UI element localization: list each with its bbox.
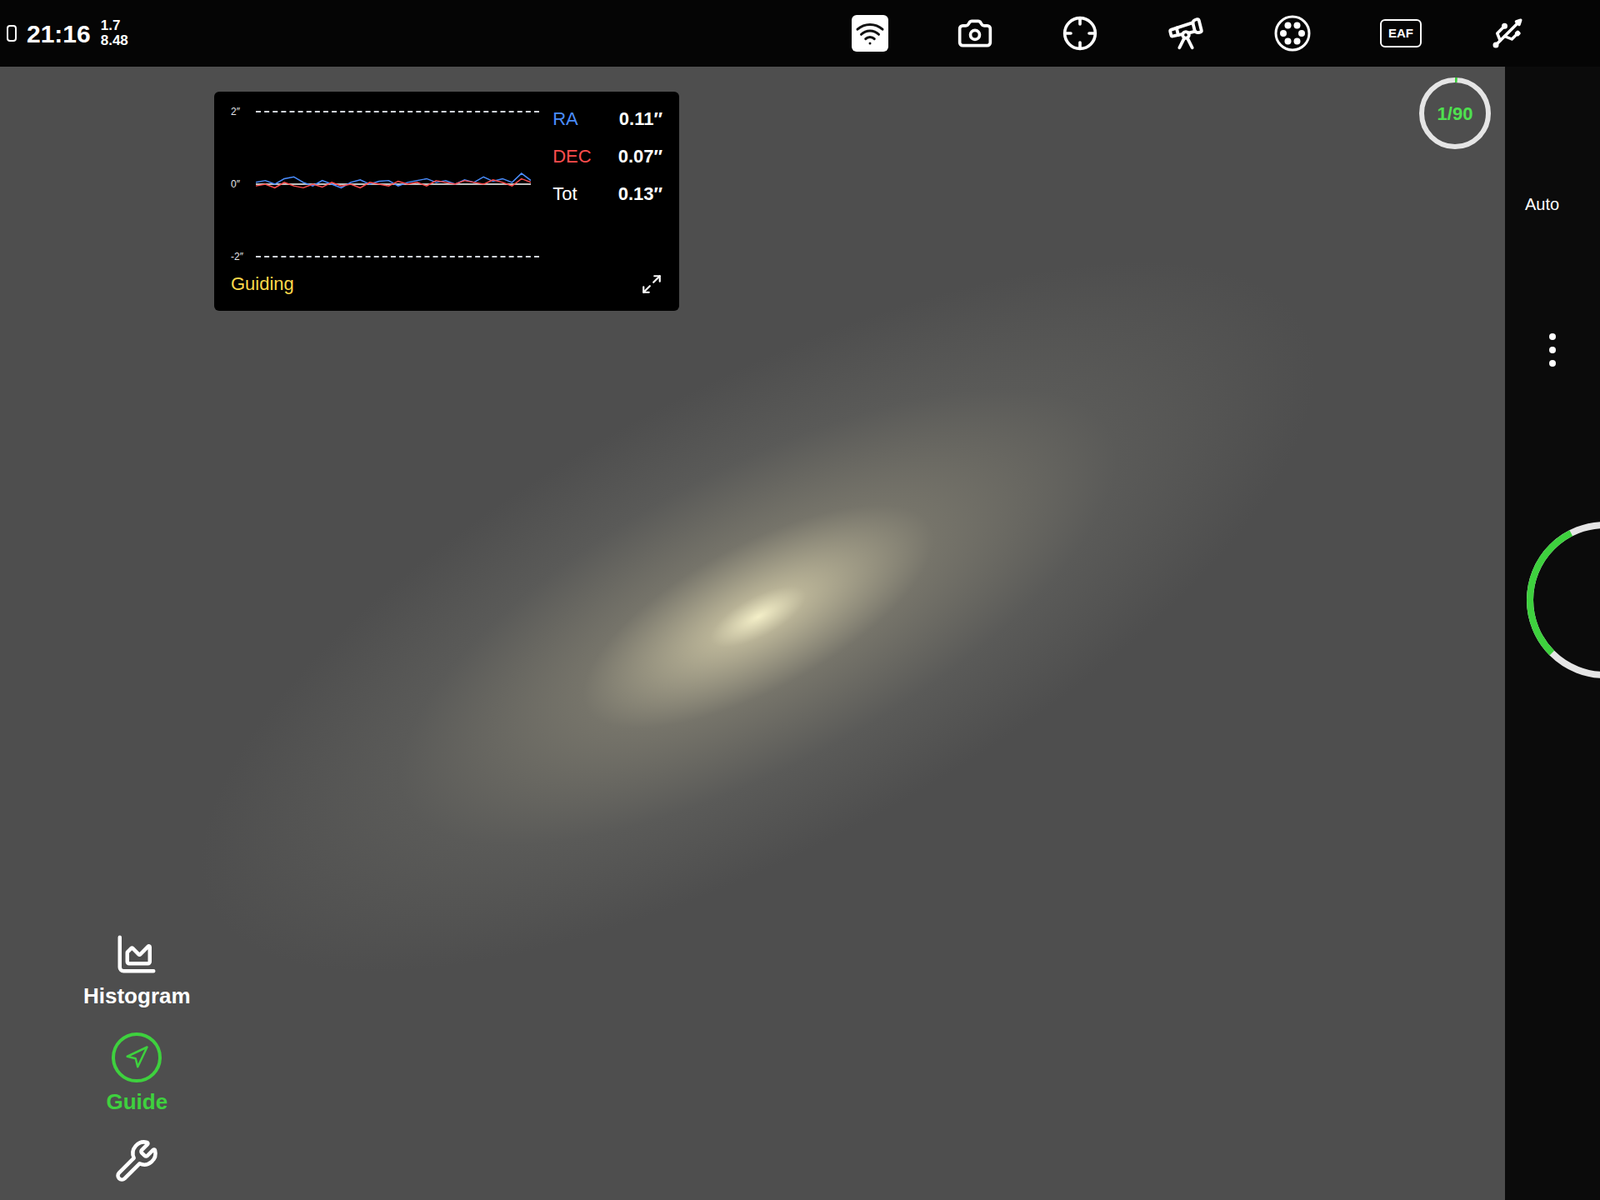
y-tick: -2″ <box>230 250 540 264</box>
guide-chart: 2″0″-2″ <box>230 105 540 264</box>
guide-stats: RA 0.11″ DEC 0.07″ Tot 0.13″ <box>552 105 663 264</box>
series-value: 0.07″ <box>618 142 663 170</box>
y-tick: 2″ <box>230 105 540 119</box>
readings: 1.78.48 <box>100 18 129 49</box>
astro-image: 2″0″-2″ RA 0.11″ DEC 0.07″ Tot 0.13″ Guiding 1/9… <box>0 66 1505 1200</box>
eaf-button[interactable]: EAF <box>1380 19 1422 49</box>
battery-icon <box>6 25 17 42</box>
tool-column: Histogram Guide <box>83 931 191 1184</box>
tool-button[interactable]: Guide <box>105 1032 168 1119</box>
camera-icon[interactable] <box>956 15 994 52</box>
shoot-ring[interactable] <box>1521 516 1600 684</box>
total-value: 0.13″ <box>618 180 663 208</box>
guide-icon <box>111 1032 162 1083</box>
top-bar: 21:16 1.78.48 EAF <box>0 0 1600 67</box>
device-icons: EAF <box>851 14 1525 53</box>
guide-status: Guiding <box>230 270 295 298</box>
series-label: RA <box>552 105 591 133</box>
clock: 21:16 <box>26 15 91 53</box>
usb-icon[interactable] <box>1490 15 1525 51</box>
side-panel: Auto <box>1505 66 1600 1200</box>
app: 21:16 1.78.48 EAF 2″0″-2″ RA 0.11″ DEC 0.07″ Tot… <box>0 0 1600 1200</box>
wifi-icon[interactable] <box>855 18 885 49</box>
guide-series-line <box>255 173 531 188</box>
tool-button[interactable]: Histogram <box>83 931 191 1013</box>
total-label: Tot <box>552 180 591 208</box>
guide-series-plot <box>255 111 531 257</box>
auto-label[interactable]: Auto <box>1505 191 1560 217</box>
guide-panel[interactable]: 2″0″-2″ RA 0.11″ DEC 0.07″ Tot 0.13″ Guiding <box>214 91 680 311</box>
wrench-icon[interactable] <box>114 1138 160 1184</box>
guide-series-line <box>255 178 531 188</box>
series-value: 0.11″ <box>618 105 663 133</box>
guide-scope-icon[interactable] <box>1061 15 1099 52</box>
filter-wheel-icon[interactable] <box>1273 14 1312 53</box>
menu-dots[interactable] <box>1549 333 1556 367</box>
series-label: DEC <box>552 142 591 170</box>
telescope-icon[interactable] <box>1166 14 1205 53</box>
expand-icon[interactable] <box>640 273 663 295</box>
histogram-icon <box>114 931 160 977</box>
frame-count: 1/90 <box>1413 71 1497 155</box>
frame-progress: 1/90 <box>1413 71 1497 155</box>
